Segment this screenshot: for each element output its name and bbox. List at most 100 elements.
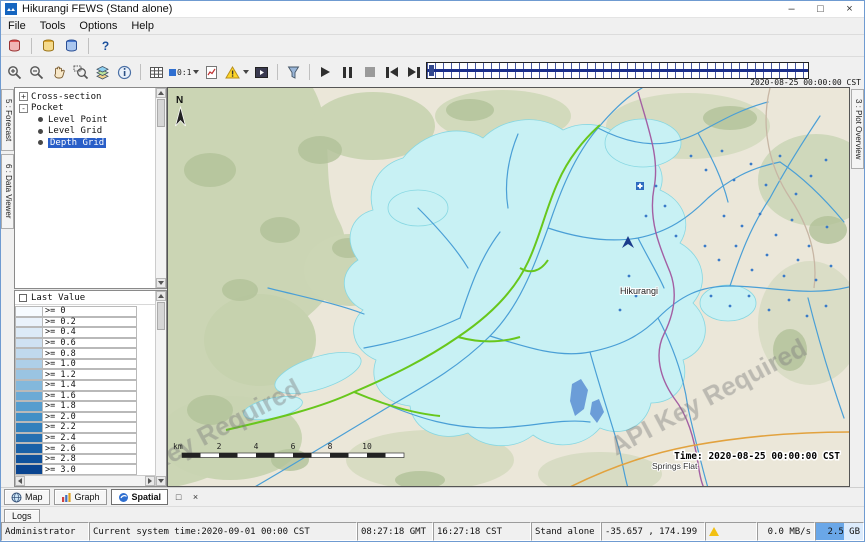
menu-tools[interactable]: Tools [33,20,73,32]
last-value-checkbox[interactable] [19,294,27,302]
profile-tool-button[interactable] [283,62,304,82]
toolbar-separator [140,64,141,80]
logs-button[interactable]: Logs [4,509,40,523]
scroll-thumb[interactable] [157,99,165,127]
database-red-button[interactable] [4,36,25,56]
legend-swatch [15,317,43,328]
tab-spatial[interactable]: Spatial [111,489,169,505]
legend-scrollbar[interactable] [155,291,166,486]
legend-header: Last Value [15,291,166,305]
app-logo-icon [5,3,17,15]
pause-button[interactable] [337,62,358,82]
grid-display-button[interactable] [146,62,167,82]
animation-export-button[interactable] [251,62,272,82]
map-canvas[interactable]: API Key Required API Key Required Hikura… [168,88,850,487]
tab-plot-overview[interactable]: 3 : Plot Overview [851,89,864,169]
play-button[interactable] [315,62,336,82]
menu-help[interactable]: Help [124,20,161,32]
funnel-icon [285,64,302,81]
svg-text:4: 4 [254,442,259,451]
zoom-in-button[interactable] [4,62,25,82]
legend-swatch [15,338,43,349]
scroll-down-icon[interactable] [156,476,166,486]
tree-item-level-grid[interactable]: Level Grid [15,126,154,138]
legend-swatch [15,454,43,465]
time-slider-thumb[interactable] [429,65,434,76]
help-button[interactable]: ? [95,36,116,56]
view-tab-bar: Map Graph Spatial □ × [1,487,864,506]
right-tab-strip: 3 : Plot Overview [850,87,864,487]
timeseries-profile-button[interactable] [201,62,222,82]
scroll-right-icon[interactable] [145,476,155,486]
database-blue-button[interactable] [61,36,82,56]
menu-options[interactable]: Options [72,20,124,32]
tree-item-pocket[interactable]: - Pocket [15,103,154,115]
tab-forecast[interactable]: 5 : Forecast [1,89,14,151]
step-forward-button[interactable] [403,62,424,82]
pan-button[interactable] [48,62,69,82]
detach-tab-button[interactable]: □ [172,491,185,504]
scroll-down-icon[interactable] [156,278,166,288]
database-gold-button[interactable] [38,36,59,56]
close-button[interactable]: × [835,1,864,17]
map-time-label: Time: 2020-08-25 00:00:00 CST [674,451,840,462]
maximize-button[interactable]: □ [806,1,835,17]
minimize-button[interactable]: – [777,1,806,17]
menu-file[interactable]: File [1,20,33,32]
thresholds-dropdown[interactable] [223,62,250,82]
close-tab-button[interactable]: × [189,491,202,504]
tab-map[interactable]: Map [4,489,50,505]
scroll-thumb[interactable] [157,302,165,330]
status-bar: Administrator Current system time:2020-0… [1,522,864,541]
help-icon: ? [102,39,109,53]
warning-icon [709,527,719,536]
legend-row: >= 0.4 [15,327,155,338]
zoom-out-button[interactable] [26,62,47,82]
expander-minus-icon[interactable]: - [19,104,28,113]
time-slider[interactable] [426,62,809,79]
legend-hscrollbar[interactable] [15,475,155,486]
svg-text:km: km [173,442,183,451]
node-bullet-icon [38,129,43,134]
legend-row: >= 1.0 [15,359,155,370]
node-bullet-icon [38,140,43,145]
step-back-button[interactable] [381,62,402,82]
info-button[interactable] [114,62,135,82]
current-timestep-label: 2020-08-25 00:00:00 CST [750,78,861,87]
legend-row: >= 2.6 [15,443,155,454]
expander-plus-icon[interactable]: + [19,92,28,101]
svg-text:6: 6 [291,442,296,451]
zoom-region-button[interactable] [70,62,91,82]
menu-bar: File Tools Options Help [1,18,864,35]
tree-item-depth-grid[interactable]: Depth Grid [15,137,154,149]
scroll-up-icon[interactable] [156,291,166,301]
layers-tree: + Cross-section - Pocket Level Point Lev… [14,87,167,289]
svg-text:N: N [176,95,183,106]
pause-icon [343,67,352,78]
tree-item-cross-section[interactable]: + Cross-section [15,91,154,103]
layers-button[interactable] [92,62,113,82]
stop-icon [365,67,375,77]
status-memory: 2.5 GB [815,522,864,541]
status-gmt-time: 08:27:18 GMT [357,522,433,541]
legend-swatch [15,306,43,317]
app-window: Hikurangi FEWS (Stand alone) – □ × File … [0,0,865,542]
tree-scrollbar[interactable] [155,88,166,288]
tab-data-viewer[interactable]: 6 : Data Viewer [1,154,14,229]
scroll-up-icon[interactable] [156,88,166,98]
stop-button[interactable] [359,62,380,82]
legend-title: Last Value [31,293,85,303]
chevron-down-icon [193,70,199,74]
tab-graph[interactable]: Graph [54,489,107,505]
status-alerts[interactable] [705,522,757,541]
left-tab-strip: 5 : Forecast 6 : Data Viewer [1,87,14,487]
scroll-left-icon[interactable] [15,476,25,486]
value-ratio-dropdown[interactable]: 0:1 [168,62,200,82]
status-system-time: Current system time:2020-09-01 00:00 CST [89,522,357,541]
status-mode: Stand alone [531,522,601,541]
layers-icon [94,64,111,81]
legend-panel: Last Value >= 0 >= 0.2 >= 0.4 >= 0.6 >= … [14,290,167,487]
tree-item-level-point[interactable]: Level Point [15,114,154,126]
legend-swatch [15,433,43,444]
toolbar-separator [31,38,32,54]
